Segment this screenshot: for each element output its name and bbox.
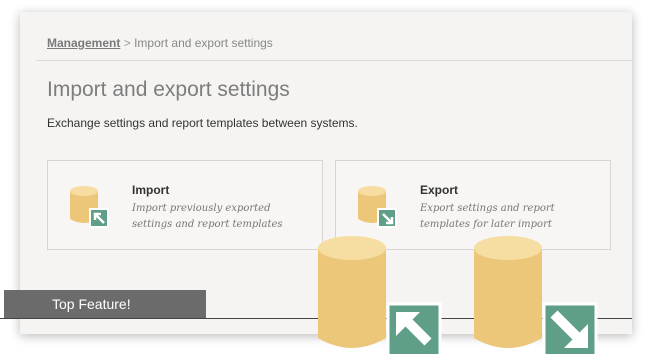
breadcrumb-separator: > (123, 36, 131, 50)
page-title: Import and export settings (47, 78, 290, 101)
page-subtitle: Exchange settings and report templates b… (47, 116, 358, 130)
database-export-icon (358, 186, 397, 228)
breadcrumb-management-link[interactable]: Management (47, 36, 120, 50)
large-database-export-icon (474, 236, 598, 354)
import-card-title: Import (132, 183, 170, 197)
header-divider (36, 60, 632, 61)
top-feature-banner: Top Feature! (4, 290, 206, 318)
export-card-title: Export (420, 183, 459, 197)
export-card-description: Export settings and report templates for… (420, 203, 555, 230)
database-import-icon (70, 186, 109, 228)
breadcrumb-current: Import and export settings (134, 36, 273, 50)
breadcrumb: Management > Import and export settings (47, 36, 273, 50)
import-card[interactable]: Import Import previously exported settin… (47, 160, 323, 250)
large-database-import-icon (318, 236, 442, 354)
import-card-description: Import previously exported settings and … (132, 203, 283, 230)
